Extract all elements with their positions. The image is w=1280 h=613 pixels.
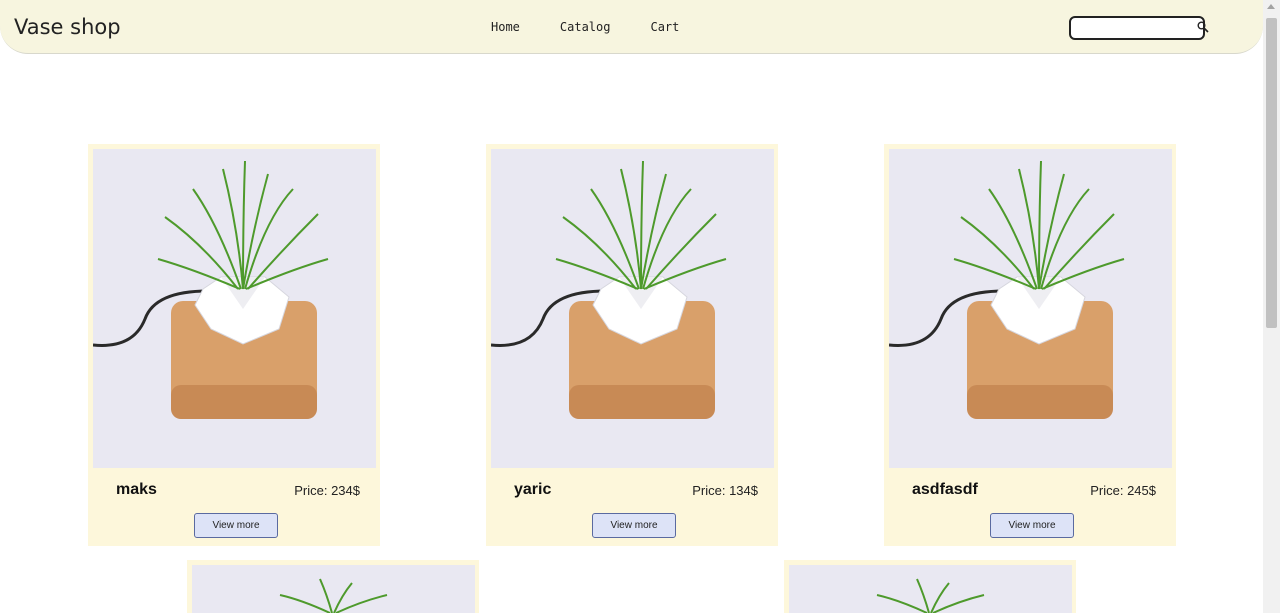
product-image-plant-icon[interactable] <box>192 565 475 613</box>
product-name: yaric <box>514 481 552 498</box>
product-name: asdfasdf <box>912 481 978 498</box>
product-card: yaric Price: 134$ View more <box>486 144 778 546</box>
product-card-partial <box>187 560 479 613</box>
nav-cart-link[interactable]: Cart <box>650 20 679 34</box>
product-card: maks Price: 234$ View more <box>88 144 380 546</box>
product-image-plant-icon[interactable] <box>93 149 376 468</box>
product-card-partial <box>784 560 1076 613</box>
view-more-button[interactable]: View more <box>194 513 278 538</box>
scrollbar-thumb[interactable] <box>1266 18 1277 328</box>
top-header: Vase shop Home Catalog Cart <box>0 0 1263 54</box>
search-icon[interactable] <box>1197 21 1209 33</box>
product-name: maks <box>116 481 157 498</box>
site-logo[interactable]: Vase shop <box>14 15 121 39</box>
search-input[interactable] <box>1069 16 1205 40</box>
product-image-plant-icon[interactable] <box>889 149 1172 468</box>
product-price: Price: 234$ <box>294 483 360 498</box>
product-image-plant-icon[interactable] <box>789 565 1072 613</box>
nav-home-link[interactable]: Home <box>491 20 520 34</box>
scroll-up-arrow-icon[interactable] <box>1267 4 1275 9</box>
nav-catalog-link[interactable]: Catalog <box>560 20 611 34</box>
view-more-button[interactable]: View more <box>592 513 676 538</box>
product-price: Price: 134$ <box>692 483 758 498</box>
page-scrollbar[interactable] <box>1263 0 1280 613</box>
product-card: asdfasdf Price: 245$ View more <box>884 144 1176 546</box>
view-more-button[interactable]: View more <box>990 513 1074 538</box>
product-price: Price: 245$ <box>1090 483 1156 498</box>
main-nav: Home Catalog Cart <box>491 20 719 34</box>
product-image-plant-icon[interactable] <box>491 149 774 468</box>
